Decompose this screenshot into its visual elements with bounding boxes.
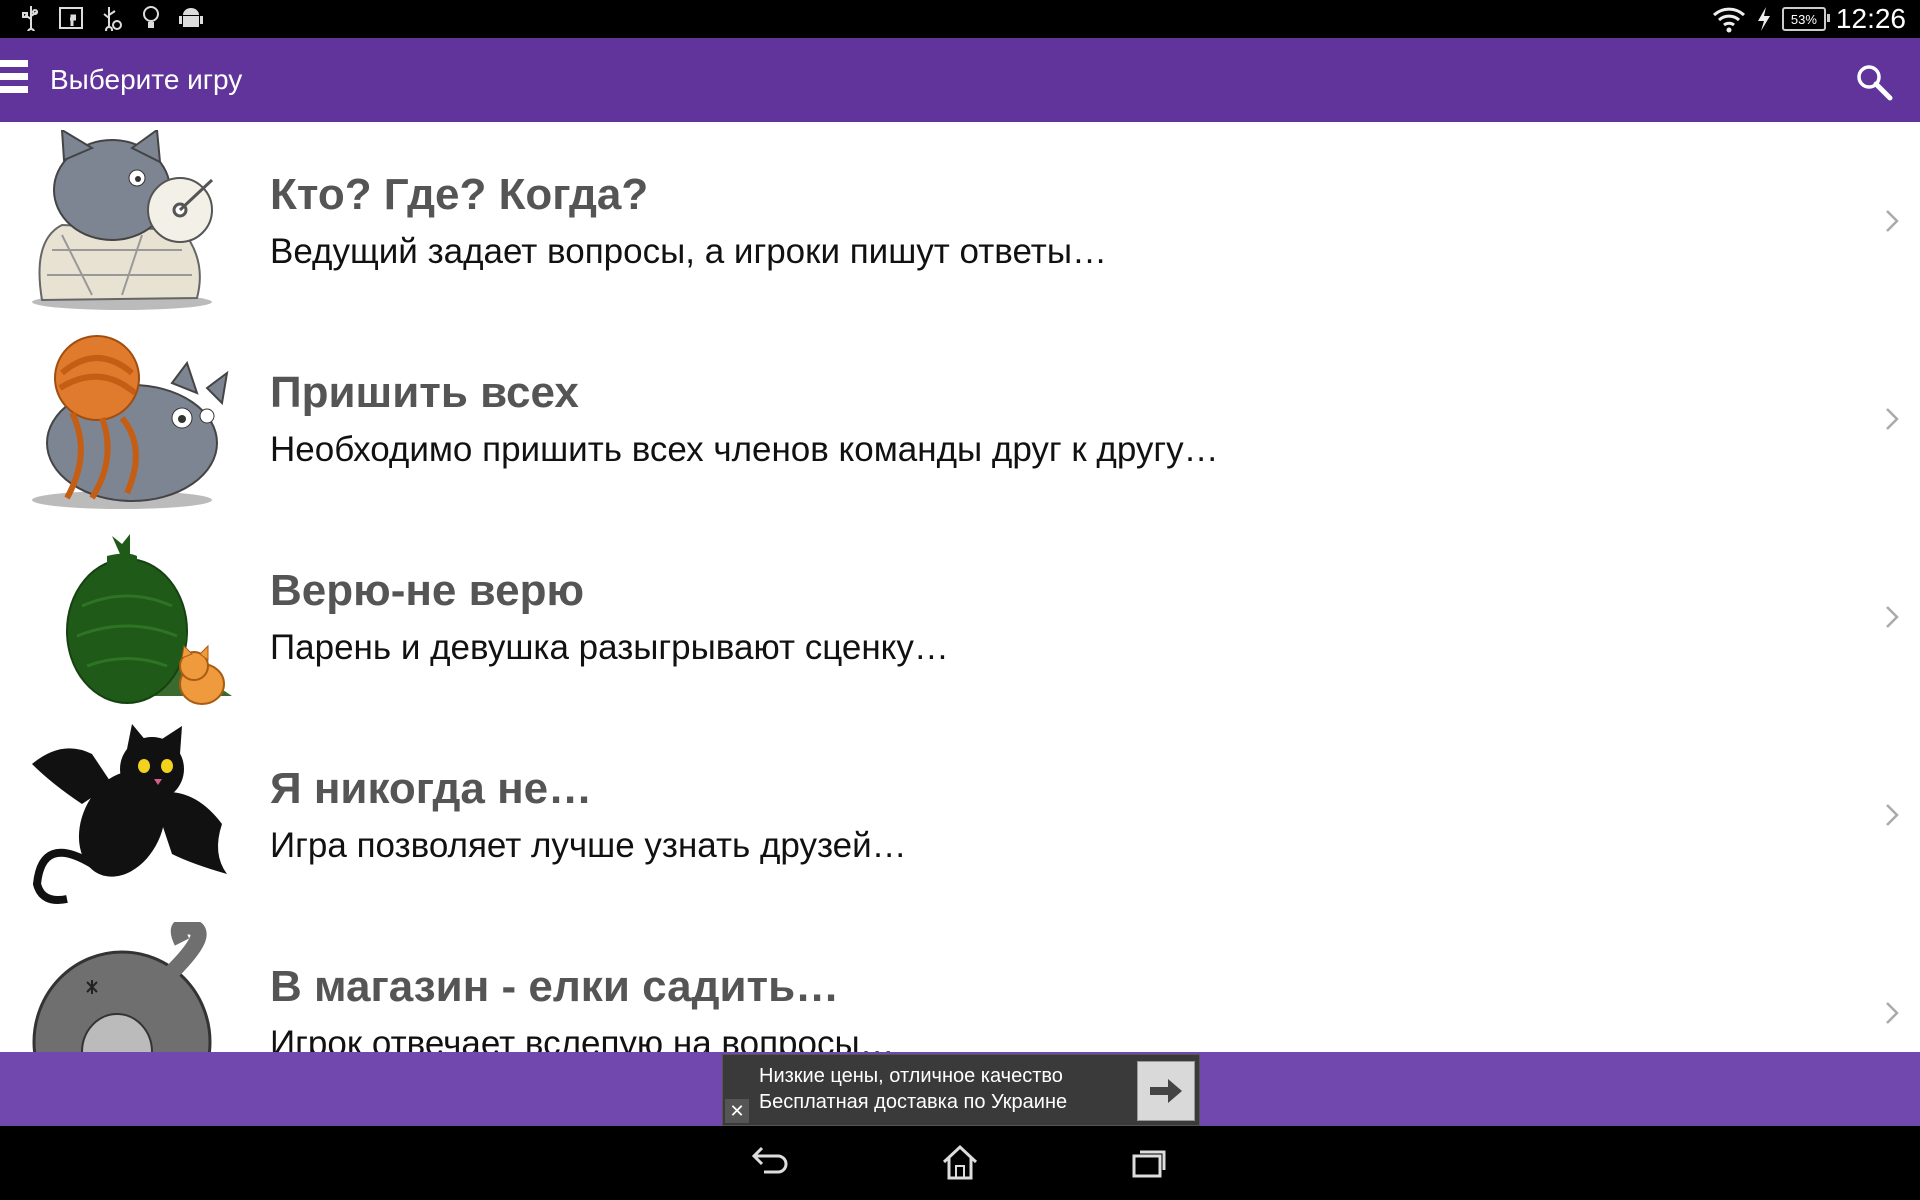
hamburger-menu-icon[interactable] [0, 60, 30, 100]
game-description: Игра позволяет лучше узнать друзей… [270, 826, 907, 865]
ad-text-line2: Бесплатная доставка по Украине [759, 1091, 1068, 1113]
android-icon [178, 5, 204, 31]
game-list: Кто? Где? Когда? Ведущий задает вопросы,… [0, 122, 1920, 1052]
battery-icon: 53% [1781, 7, 1830, 31]
chevron-right-icon [1886, 210, 1899, 232]
black-bat-cat-icon [32, 724, 227, 904]
list-item[interactable]: Верю-не верю Парень и девушка разыгрываю… [0, 518, 1920, 718]
clock: 12:26 [1835, 3, 1906, 34]
arrow-right-icon [1150, 1079, 1182, 1103]
cat-wrapped-in-thread-icon [32, 130, 214, 310]
search-icon[interactable] [1854, 62, 1894, 102]
ad-close-button[interactable]: ✕ [725, 1099, 749, 1123]
game-title: Пришить всех [270, 368, 579, 417]
chevron-right-icon [1886, 804, 1899, 826]
ad-content[interactable]: Низкие цены, отличное качество Бесплатна… [722, 1054, 1200, 1126]
game-title: Я никогда не… [270, 764, 593, 813]
system-status: 53% 12:26 [1712, 0, 1906, 38]
list-item[interactable]: Кто? Где? Когда? Ведущий задает вопросы,… [0, 122, 1920, 322]
grey-cat-back-icon [32, 922, 212, 1052]
ad-text-line1: Низкие цены, отличное качество [759, 1065, 1063, 1087]
app-bar: Выберите игру [0, 38, 1920, 122]
usb-debug-icon [98, 5, 124, 31]
game-description: Ведущий задает вопросы, а игроки пишут о… [270, 232, 1107, 271]
game-title: В магазин - елки садить… [270, 962, 840, 1011]
home-icon[interactable] [938, 1142, 982, 1182]
chevron-right-icon [1886, 408, 1899, 430]
game-title: Верю-не верю [270, 566, 585, 615]
cat-with-yarn-ball-icon [32, 335, 229, 509]
lightbulb-icon [138, 5, 164, 31]
usb-icon [18, 5, 44, 31]
list-item[interactable]: Пришить всех Необходимо пришить всех чле… [0, 320, 1920, 520]
recent-apps-icon[interactable] [1128, 1142, 1172, 1182]
status-bar: 53% 12:26 [0, 0, 1920, 38]
charging-icon [1757, 7, 1770, 31]
game-title: Кто? Где? Когда? [270, 170, 649, 219]
notification-icons [18, 5, 204, 31]
game-description: Необходимо пришить всех членов команды д… [270, 430, 1219, 469]
ad-arrow-button[interactable] [1137, 1061, 1195, 1121]
battery-level: 53% [1790, 11, 1817, 27]
list-item[interactable]: Я никогда не… Игра позволяет лучше узнат… [0, 716, 1920, 916]
wifi-icon [1712, 7, 1745, 33]
chevron-right-icon [1886, 606, 1899, 628]
cats-with-green-yarn-icon [66, 534, 232, 705]
page-title: Выберите игру [50, 64, 243, 95]
chevron-right-icon [1886, 1002, 1899, 1024]
navigation-bar [0, 1126, 1920, 1200]
ad-banner: Низкие цены, отличное качество Бесплатна… [0, 1052, 1920, 1126]
game-description: Игрок отвечает вслепую на вопросы… [270, 1024, 895, 1052]
game-description: Парень и девушка разыгрывают сценку… [270, 628, 949, 667]
facebook-notification-icon [58, 5, 84, 31]
list-item[interactable]: В магазин - елки садить… Игрок отвечает … [0, 914, 1920, 1052]
back-icon[interactable] [748, 1142, 792, 1182]
